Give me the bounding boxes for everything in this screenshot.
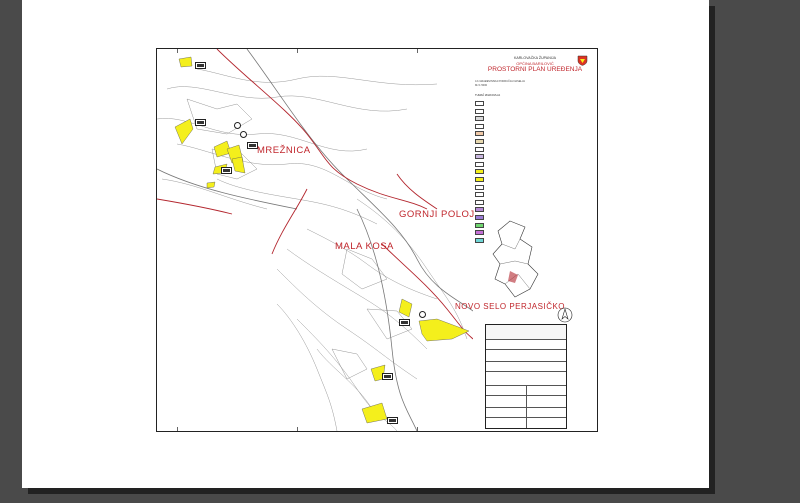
zone-marker (195, 62, 206, 69)
document-page: MREŽNICA GORNJI POLOJ MALA KOSA NOVO SEL… (22, 0, 709, 488)
location-inset-map (492, 220, 539, 298)
place-label-mreznica: MREŽNICA (257, 145, 311, 156)
legend-swatch (475, 146, 484, 152)
legend-item (475, 161, 593, 167)
legend-swatch (475, 161, 484, 167)
legend-item (475, 116, 593, 122)
legend-item (475, 177, 593, 182)
frame-tick (417, 49, 418, 53)
legend-swatch (475, 230, 484, 236)
legend-swatch (475, 131, 484, 137)
legend-item (475, 207, 593, 213)
legend-item (475, 131, 593, 137)
symbol-icon (234, 122, 241, 129)
zone-marker (387, 417, 398, 424)
legend-swatch (475, 192, 484, 198)
legend-item (475, 199, 593, 205)
legend-swatch (475, 101, 484, 106)
legend-swatch (475, 222, 484, 228)
legend-swatch (475, 108, 484, 114)
coat-of-arms-icon (577, 55, 588, 66)
place-label-gornji-poloj: GORNJI POLOJ (399, 209, 475, 220)
legend-swatch (475, 169, 484, 175)
title-block-divider (526, 385, 527, 428)
legend-item (475, 154, 593, 160)
legend-swatch (475, 116, 484, 122)
legend-swatch (475, 184, 484, 190)
title-block-row (486, 325, 566, 340)
legend-item (475, 108, 593, 114)
legend-item (475, 146, 593, 152)
zone-marker (195, 119, 206, 126)
legend-item (475, 169, 593, 175)
zone-marker (399, 319, 410, 326)
legend-heading: TUMAČ ZNAKOVLJA (475, 94, 501, 97)
legend-swatch (475, 154, 484, 160)
legend-swatch (475, 177, 484, 182)
legend-item (475, 123, 593, 129)
legend-item (475, 192, 593, 198)
sheet-subtitle: 4.b GRAĐEVINSKA PODRUČJA NASELJA (475, 80, 526, 83)
place-label-mala-kosa: MALA KOSA (335, 241, 394, 252)
title-block (485, 324, 567, 429)
map-sheet: MREŽNICA GORNJI POLOJ MALA KOSA NOVO SEL… (156, 48, 598, 432)
legend-swatch (475, 199, 484, 205)
plan-title: PROSTORNI PLAN UREĐENJA (487, 66, 583, 73)
legend-swatch (475, 123, 484, 129)
map-drawing (157, 49, 473, 431)
frame-tick (417, 427, 418, 431)
frame-tick (297, 427, 298, 431)
legend-swatch (475, 207, 484, 213)
frame-tick (297, 49, 298, 53)
legend-swatch (475, 215, 484, 220)
legend-swatch (475, 237, 484, 243)
sheet-scale: MJ 1:5000 (475, 84, 488, 87)
title-block-row (486, 371, 566, 386)
frame-tick (177, 427, 178, 431)
symbol-icon (419, 311, 426, 318)
legend-item (475, 101, 593, 106)
legend-item (475, 184, 593, 190)
symbol-icon (240, 131, 247, 138)
zone-marker (221, 167, 232, 174)
frame-tick (177, 49, 178, 53)
legend-swatch (475, 139, 484, 144)
north-arrow-icon (557, 307, 573, 323)
zone-marker (382, 373, 393, 380)
legend-item (475, 139, 593, 144)
